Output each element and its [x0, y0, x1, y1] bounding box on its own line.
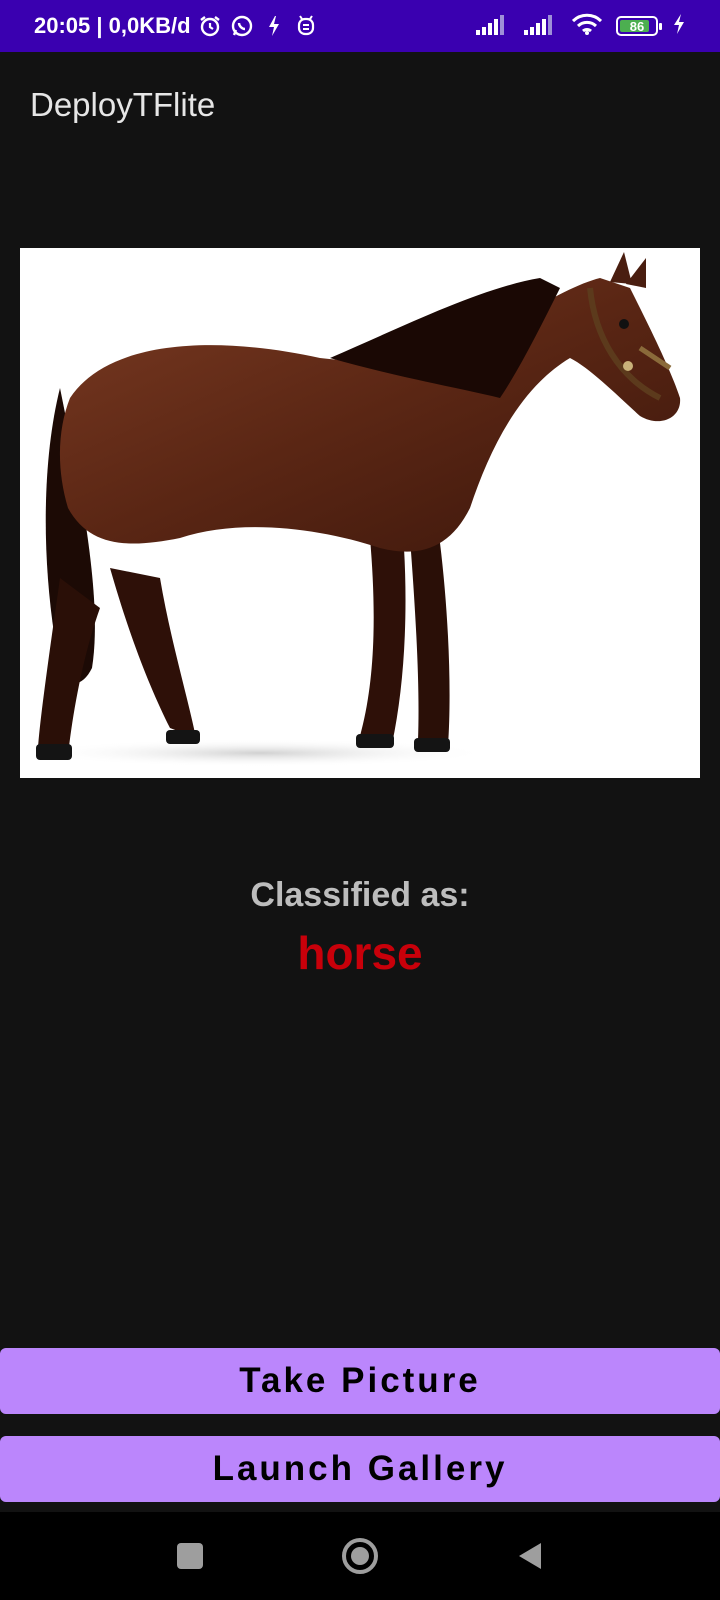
- navigation-bar: [0, 1512, 720, 1600]
- result-label: Classified as:: [250, 876, 470, 914]
- signal-icon-2: [524, 13, 558, 40]
- home-icon[interactable]: [340, 1536, 380, 1576]
- launch-gallery-button[interactable]: Launch Gallery: [0, 1436, 720, 1502]
- recent-apps-icon[interactable]: [170, 1536, 210, 1576]
- alarm-icon: [197, 13, 223, 39]
- whatsapp-icon: [229, 13, 255, 39]
- status-right: 86: [476, 13, 686, 40]
- app-screen: 20:05 | 0,0KB/d 86 DeployTFlite Classifi…: [0, 0, 720, 1600]
- classified-image: [20, 248, 700, 778]
- battery-tip: [659, 23, 662, 30]
- charging-icon: [672, 13, 686, 40]
- battery-icon: 86: [616, 16, 662, 36]
- notification-icon: [261, 13, 287, 39]
- battery-level: 86: [629, 18, 645, 34]
- back-icon[interactable]: [510, 1536, 550, 1576]
- horse-photo: [20, 248, 700, 778]
- status-bar: 20:05 | 0,0KB/d 86: [0, 0, 720, 52]
- status-time: 20:05 | 0,0KB/d: [34, 13, 191, 38]
- result-value: horse: [297, 927, 423, 979]
- take-picture-button[interactable]: Take Picture: [0, 1348, 720, 1414]
- status-left: 20:05 | 0,0KB/d: [34, 13, 319, 39]
- wifi-icon: [571, 13, 603, 40]
- app-icon: [293, 13, 319, 39]
- app-title: DeployTFlite: [30, 86, 216, 123]
- signal-icon: [476, 13, 510, 40]
